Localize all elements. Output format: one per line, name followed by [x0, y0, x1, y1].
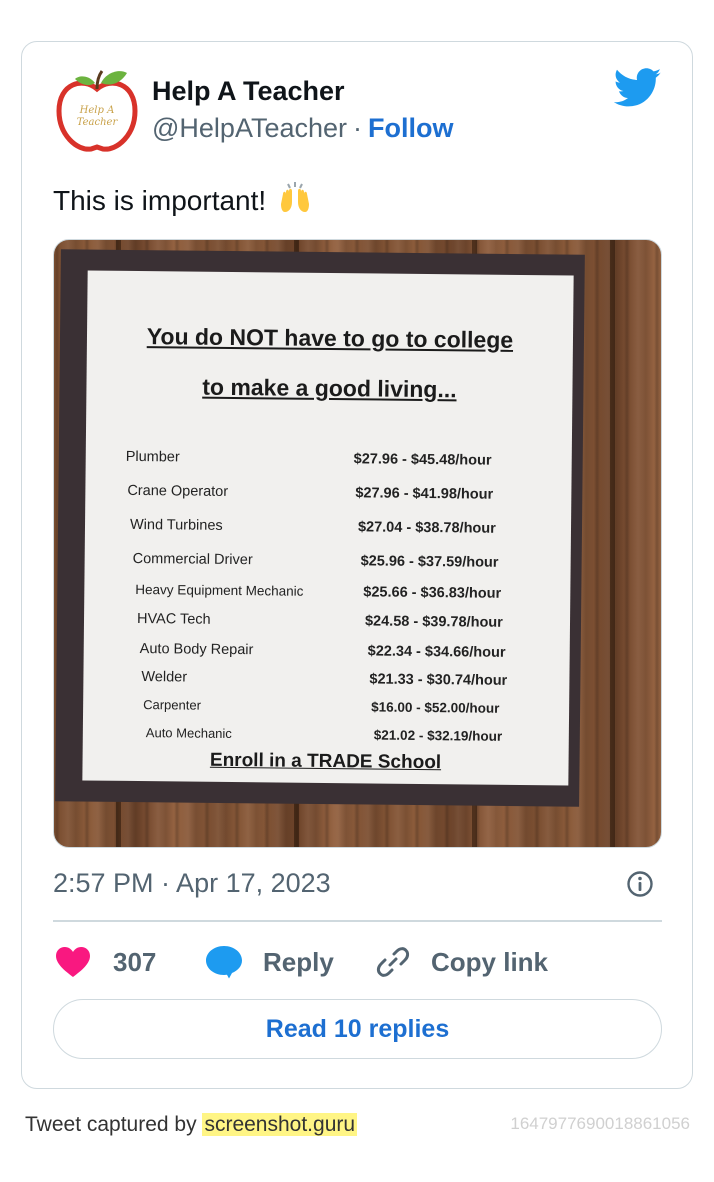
sign-pay: $22.34 - $34.66/hour: [367, 643, 506, 661]
reply-label: Reply: [263, 946, 334, 977]
sign-job: Wind Turbines: [129, 516, 223, 534]
sign-job: Auto Body Repair: [139, 641, 254, 659]
sign-row: Carpenter $16.00 - $52.00/hour: [143, 697, 563, 716]
sign-row: Wind Turbines $27.04 - $38.78/hour: [130, 517, 550, 537]
sign-job: Commercial Driver: [132, 550, 253, 569]
reply-bubble-icon: [206, 946, 242, 979]
sign-pay: $25.96 - $37.59/hour: [360, 553, 499, 571]
raising-hands-emoji-icon: [280, 182, 309, 212]
sign-row: Heavy Equipment Mechanic $25.66 - $36.83…: [135, 582, 555, 602]
sign-pay: $24.58 - $39.78/hour: [364, 613, 503, 631]
tweet-id: 1647977690018861056: [510, 1114, 690, 1133]
sign-pay: $27.04 - $38.78/hour: [357, 519, 496, 537]
sign-row: Crane Operator $27.96 - $41.98/hour: [127, 483, 547, 503]
separator-dot: ·: [353, 113, 362, 143]
sign-job: Auto Mechanic: [145, 725, 232, 742]
link-icon: [376, 947, 410, 977]
tweet-text-content: This is important!: [53, 185, 267, 216]
copy-link-button[interactable]: Copy link: [375, 937, 548, 987]
avatar-text-line2: Teacher: [77, 117, 119, 128]
sign-job: Heavy Equipment Mechanic: [135, 581, 304, 599]
sign-pay: $25.66 - $36.83/hour: [363, 584, 502, 602]
sign-heading-line1: You do NOT have to go to college: [146, 323, 514, 353]
capture-credit-prefix: Tweet captured by: [25, 1113, 197, 1136]
sign-row: Auto Mechanic $21.02 - $32.19/hour: [146, 725, 566, 744]
follow-link[interactable]: Follow: [368, 113, 453, 143]
read-replies-button[interactable]: Read 10 replies: [53, 999, 662, 1059]
sign-job: Welder: [141, 669, 188, 686]
capture-credit: Tweet captured by screenshot.guru: [25, 1113, 358, 1137]
sign-paper: You do NOT have to go to college to make…: [82, 270, 574, 786]
tweet-photo[interactable]: You do NOT have to go to college to make…: [53, 239, 662, 848]
author-handle-line: @HelpATeacher · Follow: [152, 113, 453, 144]
tweet-card: Help A Teacher Help A Teacher @HelpATeac…: [21, 41, 693, 1089]
info-icon[interactable]: [626, 870, 654, 898]
sign-row: Welder $21.33 - $30.74/hour: [141, 669, 562, 689]
heart-icon: [56, 947, 90, 977]
sign-row: Commercial Driver $25.96 - $37.59/hour: [133, 551, 553, 571]
author-name[interactable]: Help A Teacher: [152, 76, 345, 107]
tweet-text: This is important!: [53, 180, 312, 217]
author-handle[interactable]: @HelpATeacher: [152, 113, 347, 143]
sign-row: Plumber $27.96 - $45.48/hour: [126, 449, 546, 469]
screenshot-guru-link[interactable]: screenshot.guru: [202, 1113, 358, 1136]
action-bar: 307 Reply Copy link: [53, 937, 662, 987]
sign-row: HVAC Tech $24.58 - $39.78/hour: [137, 611, 557, 631]
sign-pay: $21.02 - $32.19/hour: [373, 727, 503, 744]
divider: [53, 920, 662, 922]
tweet-timestamp[interactable]: 2:57 PM · Apr 17, 2023: [53, 868, 331, 899]
board-seam: [610, 240, 615, 847]
sign-pay: $27.96 - $45.48/hour: [353, 451, 492, 469]
sign-pay: $16.00 - $52.00/hour: [371, 699, 500, 716]
sign-pay: $27.96 - $41.98/hour: [355, 485, 494, 503]
sign-row: Auto Body Repair $22.34 - $34.66/hour: [140, 641, 560, 661]
sign-pay: $21.33 - $30.74/hour: [369, 671, 508, 689]
reply-button[interactable]: Reply: [205, 937, 334, 987]
sign-job: HVAC Tech: [136, 611, 211, 628]
sign-job: Carpenter: [143, 697, 202, 713]
sign-footer: Enroll in a TRADE School: [209, 749, 442, 774]
like-button[interactable]: 307: [55, 937, 156, 987]
like-count: 307: [113, 946, 157, 977]
sign-heading-line2: to make a good living...: [202, 373, 457, 403]
avatar-text-line1: Help A: [79, 105, 115, 116]
twitter-bird-icon[interactable]: [614, 68, 662, 108]
apple-avatar-icon[interactable]: Help A Teacher: [53, 67, 141, 155]
copy-link-label: Copy link: [431, 946, 549, 977]
sign-job: Plumber: [125, 448, 180, 466]
sign-job: Crane Operator: [127, 482, 229, 500]
